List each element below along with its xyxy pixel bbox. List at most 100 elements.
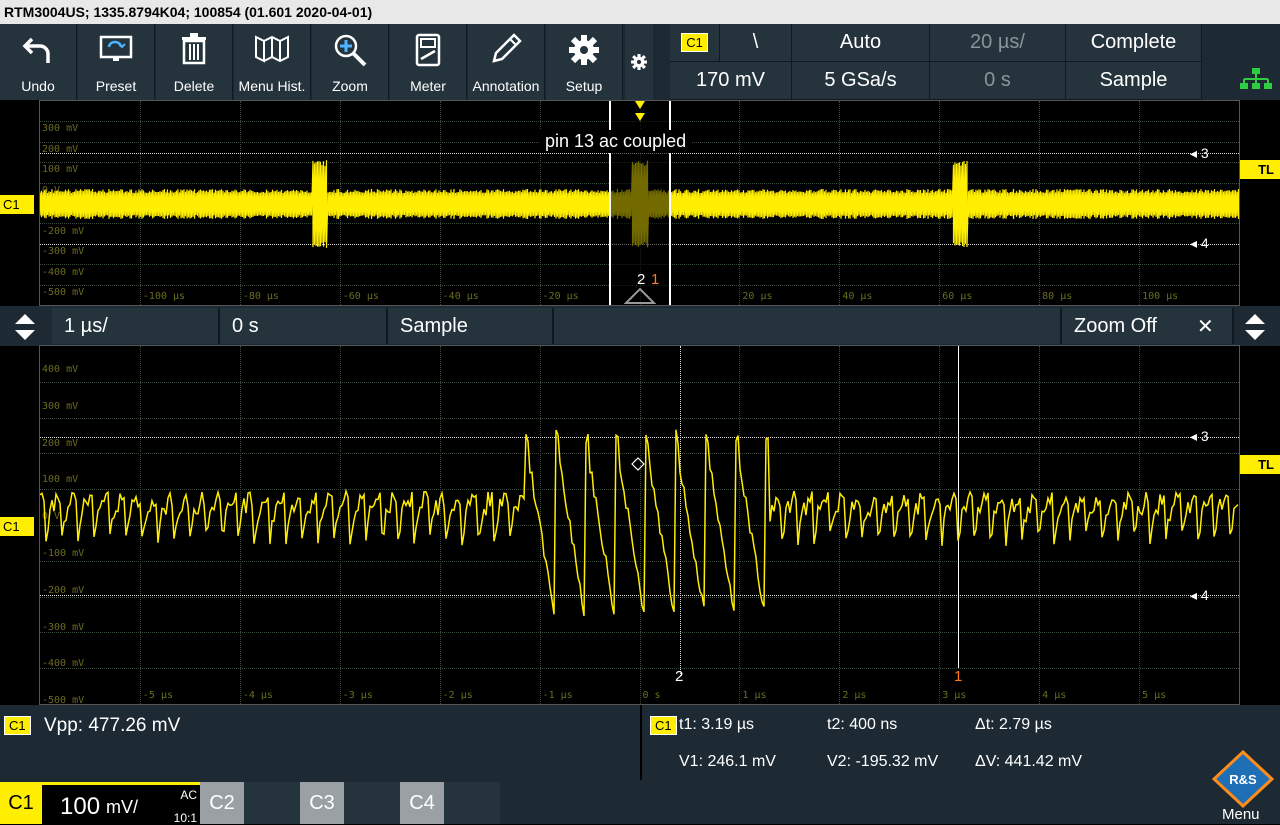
cursor-measurements[interactable]: C1 t1: 3.19 µs t2: 400 ns Δt: 2.79 µs V1… [640,705,1280,780]
cursor-v1: V1: 246.1 mV [679,753,776,771]
meter-button[interactable]: Meter [390,24,467,100]
zoom-position[interactable]: 0 s [220,308,388,344]
channel-c1-scale-value: 100 [60,793,100,821]
cursor-delta-t: Δt: 2.79 µs [975,716,1052,734]
channel-c1-coupling: AC [180,788,197,802]
overview-cursor4-label: 4 [1201,235,1209,251]
channel-c2-slot[interactable] [244,782,300,824]
overview-annotation[interactable]: pin 13 ac coupled [540,130,691,153]
gear-icon [567,33,601,67]
channel-c3-slot[interactable] [344,782,400,824]
zoom-cursor3-label: 3 [1201,428,1209,444]
rs-logo-text: R&S [1229,772,1257,787]
overview-trigger-level-marker[interactable]: TL [1240,160,1280,179]
preset-button[interactable]: Preset [78,24,155,100]
zoom-waveform-area[interactable]: 400 mV 300 mV 200 mV 100 mV 0 V -100 mV -200 m… [39,345,1240,705]
resize-up-down-icon[interactable] [14,314,36,340]
overview-cursor2-label: 2 [637,271,645,288]
pencil-icon [490,33,522,65]
zoom-cursor2-label: 2 [675,668,683,685]
horizontal-position[interactable]: 0 s [930,62,1066,100]
zoom-off-label: Zoom Off [1074,315,1157,338]
annotation-button[interactable]: Annotation [468,24,545,100]
channel-c1-scale-unit: mV/ [106,797,138,818]
trigger-mode[interactable]: Auto [792,24,930,62]
menu-history-button[interactable]: Menu Hist. [234,24,311,100]
channel-c1-label[interactable]: C1 [0,782,42,824]
resize-up-down-icon-right[interactable] [1244,314,1266,340]
zoom-trace [40,346,1239,704]
zoom-timebase[interactable]: 1 µs/ [52,308,220,344]
channel-c3-label[interactable]: C3 [300,782,344,824]
channel-bar: C1 100 mV/ AC 10:1 C2 C3 C4 R&S Menu [0,780,1280,824]
zoom-button[interactable]: Zoom [312,24,389,100]
overview-waveform-area[interactable]: 300 mV 200 mV 100 mV 0 V -100 mV -200 mV -300 … [39,100,1240,306]
channel-c1-probe: 10:1 [174,811,197,825]
zoom-cursor1-label: 1 [954,668,962,685]
trigger-top-marker-icon [633,101,647,123]
timebase-status[interactable]: 20 µs/ [930,24,1066,62]
menu-history-icon [254,33,290,63]
trigger-slope[interactable]: \ [720,24,792,62]
cursor-channel-badge: C1 [650,716,677,735]
trigger-position-icon [624,287,656,305]
window-title: RTM3004US; 1335.8794K04; 100854 (01.601 … [0,0,1280,24]
overview-cursor4-marker: ◂ 4 [1190,235,1209,252]
trash-icon [180,33,208,65]
delete-label: Delete [156,78,232,94]
setup-button[interactable]: Setup [546,24,623,100]
zoom-channel-marker[interactable]: C1 [0,517,34,536]
overview-cursor3-marker: ◂ 3 [1190,145,1209,162]
close-icon[interactable]: ✕ [1197,314,1214,339]
menu-label: Menu [1222,806,1260,823]
delete-button[interactable]: Delete [156,24,233,100]
zoom-acq-mode[interactable]: Sample [388,308,554,344]
sample-rate[interactable]: 5 GSa/s [792,62,930,100]
zoom-label: Zoom [312,78,388,94]
measurement-panel: C1 Vpp: 477.26 mV C1 t1: 3.19 µs t2: 400… [0,705,1280,780]
trigger-level[interactable]: 170 mV [670,62,792,100]
overview-cursor3-label: 3 [1201,145,1209,161]
channel-c4-label[interactable]: C4 [400,782,444,824]
acquisition-mode[interactable]: Sample [1066,62,1202,100]
overview-cursor1-label: 1 [651,271,659,288]
setup-label: Setup [546,78,622,94]
zoom-icon [333,33,367,67]
gear-small-icon [630,53,648,71]
acquisition-state[interactable]: Complete [1066,24,1202,62]
network-icon [1240,68,1272,90]
channel-c2-label[interactable]: C2 [200,782,244,824]
cursor-delta-v: ΔV: 441.42 mV [975,753,1082,771]
menu-history-label: Menu Hist. [234,78,310,94]
cursor-crosshair-marker[interactable] [632,458,644,470]
undo-label: Undo [0,78,76,94]
cursor-t2: t2: 400 ns [827,716,897,734]
preset-label: Preset [78,78,154,94]
zoom-trace-line [40,430,1238,616]
annotation-label: Annotation [468,78,544,94]
zoom-bar-spacer [554,308,1062,344]
preset-icon [99,33,133,63]
zoom-cursor3-marker: ◂ 3 [1190,428,1209,445]
channel-c4-slot[interactable] [444,782,500,824]
zoom-off-button[interactable]: Zoom Off ✕ [1062,308,1234,344]
quick-settings-button[interactable] [625,24,653,100]
meter-label: Meter [390,78,466,94]
menu-button[interactable]: R&S Menu [1204,750,1280,824]
rs-logo-icon: R&S [1212,750,1274,808]
vpp-measurement[interactable]: Vpp: 477.26 mV [44,715,180,737]
zoom-trigger-level-marker[interactable]: TL [1240,455,1280,474]
trigger-source-badge: C1 [681,33,708,52]
undo-button[interactable]: Undo [0,24,77,100]
zoom-cursor4-marker: ◂ 4 [1190,587,1209,604]
zoom-bar: 1 µs/ 0 s Sample Zoom Off ✕ [0,306,1280,346]
undo-icon [22,33,54,65]
cursor-t1: t1: 3.19 µs [679,716,754,734]
trigger-source[interactable]: C1 [670,24,720,62]
vpp-channel-badge: C1 [4,716,31,735]
cursor-v2: V2: -195.32 mV [827,753,938,771]
channel-c1-scale[interactable]: 100 mV/ AC 10:1 [42,782,200,824]
zoom-cursor4-label: 4 [1201,587,1209,603]
overview-channel-marker[interactable]: C1 [0,195,34,214]
toolbar: Undo Preset Delete Menu Hist. Zoom Meter… [0,24,1280,100]
